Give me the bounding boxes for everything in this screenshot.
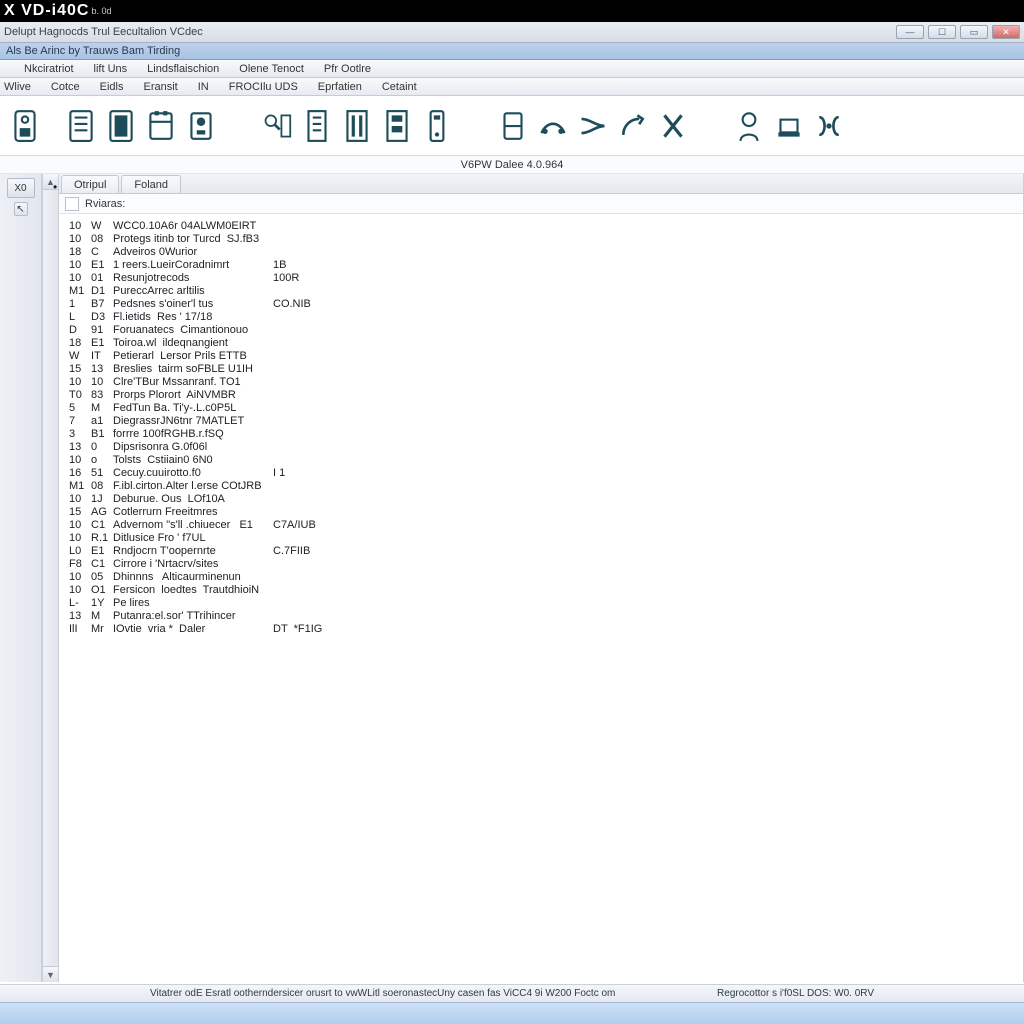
left-button-1[interactable]: X0 <box>7 178 35 198</box>
tab-output[interactable]: Otripul <box>61 175 119 193</box>
window-close-button[interactable]: ✕ <box>992 25 1020 39</box>
toolbar <box>0 96 1024 156</box>
toolbar-icon-4[interactable] <box>146 107 176 145</box>
sub-caption-text: Als Be Arinc by Trauws Bam Tirding <box>6 45 180 57</box>
menu2-item-4[interactable]: IN <box>198 81 209 93</box>
filter-row: Rviaras: <box>59 194 1023 214</box>
list-item[interactable]: T083Prorps Plorort AiNVMBR <box>69 389 1013 402</box>
left-scrollbar[interactable]: ▲ ▼ <box>42 174 59 982</box>
list-item[interactable]: 3B1forrre 100fRGHB.r.fSQ <box>69 428 1013 441</box>
list-item[interactable]: IlIMrIOvtie vria * DalerDT *F1IG <box>69 623 1013 636</box>
output-listing: 10WWCC0.10A6r 04ALWM0EIRT1008Protegs iti… <box>59 214 1023 982</box>
menu2-item-1[interactable]: Cotce <box>51 81 80 93</box>
list-item[interactable]: 18E1Toiroa.wl ildeqnangient <box>69 337 1013 350</box>
list-item[interactable]: 101JDeburue. Ous LOf10A <box>69 493 1013 506</box>
sub-caption-bar: Als Be Arinc by Trauws Bam Tirding <box>0 43 1024 60</box>
list-item[interactable]: 7a1DiegrassrJN6tnr 7MATLET <box>69 415 1013 428</box>
menu2-item-0[interactable]: Wlive <box>4 81 31 93</box>
list-item[interactable]: 130Dipsrisonra G.0f06l <box>69 441 1013 454</box>
left-mini-toolbar: X0 ↖ <box>0 174 42 982</box>
window-maximize-button[interactable]: ▭ <box>960 25 988 39</box>
os-taskbar[interactable] <box>0 1002 1024 1024</box>
toolbar-icon-2[interactable] <box>66 107 96 145</box>
list-item[interactable]: 1005Dhinnns Alticaurminenun <box>69 571 1013 584</box>
filter-toggle[interactable] <box>65 197 79 211</box>
app-logo: X VD-i40C <box>4 2 89 20</box>
left-button-2[interactable]: ↖ <box>14 202 28 216</box>
list-item[interactable]: M1D1PureccArrec arltilis <box>69 285 1013 298</box>
list-item[interactable]: 1B7Pedsnes s'oiner'l tusCO.NIB <box>69 298 1013 311</box>
menu2-item-3[interactable]: Eransit <box>143 81 177 93</box>
list-item[interactable]: 10WWCC0.10A6r 04ALWM0EIRT <box>69 220 1013 233</box>
tab-strip: Otripul Foland <box>59 174 1023 194</box>
toolbar-icon-11[interactable] <box>498 107 528 145</box>
list-item[interactable]: 10E11 reers.LueirCoradnimrt1B <box>69 259 1013 272</box>
window-minimize-button[interactable]: — <box>896 25 924 39</box>
toolbar-icon-15[interactable] <box>658 107 688 145</box>
toolbar-icon-16[interactable] <box>734 107 764 145</box>
menu1-item-2[interactable]: lift Uns <box>94 63 128 75</box>
work-area: X0 ↖ ▲ ▼ Otripul Foland Rviaras: 10WWCC0… <box>0 174 1024 982</box>
menu-row-1: Nkciratriot lift Uns Lindsflaischion Ole… <box>0 60 1024 78</box>
toolbar-icon-12[interactable] <box>538 107 568 145</box>
toolbar-icon-13[interactable] <box>578 107 608 145</box>
list-item[interactable]: 1001Resunjotrecods100R <box>69 272 1013 285</box>
toolbar-icon-18[interactable] <box>814 107 844 145</box>
status-text-left: Vitatrer odE Esratl ootherndersicer orus… <box>150 988 615 999</box>
menu2-item-6[interactable]: Eprfatien <box>318 81 362 93</box>
toolbar-icon-14[interactable] <box>618 107 648 145</box>
window-captionbar: Delupt Hagnocds Trul Eecultalion VCdec —… <box>0 22 1024 43</box>
filter-label: Rviaras: <box>85 198 125 210</box>
list-item[interactable]: M108F.ibl.cirton.Alter l.erse COtJRB <box>69 480 1013 493</box>
list-item[interactable]: 1513Breslies tairm soFBLE U1IH <box>69 363 1013 376</box>
list-item[interactable]: D91Foruanatecs Cimantionouo <box>69 324 1013 337</box>
app-logo-sub: b. 0d <box>91 6 111 16</box>
toolbar-icon-6[interactable] <box>262 107 292 145</box>
menu1-item-4[interactable]: Olene Tenoct <box>239 63 304 75</box>
menu2-item-7[interactable]: Cetaint <box>382 81 417 93</box>
toolbar-icon-17[interactable] <box>774 107 804 145</box>
list-item[interactable]: 10C1Advernom "s'll .chiuecer E1C7A/IUB <box>69 519 1013 532</box>
toolbar-sub-caption: V6PW Dalee 4.0.964 <box>0 156 1024 174</box>
toolbar-icon-10[interactable] <box>422 107 452 145</box>
list-item[interactable]: 10oTolsts Cstiiain0 6N0 <box>69 454 1013 467</box>
status-bar: Vitatrer odE Esratl ootherndersicer orus… <box>0 984 1024 1002</box>
list-item[interactable]: 10R.1Ditlusice Fro ' f7UL <box>69 532 1013 545</box>
status-text-right: Regrocottor s i'f0SL DOS: W0. 0RV <box>717 988 874 999</box>
app-titlebar: X VD-i40C b. 0d <box>0 0 1024 22</box>
list-item[interactable]: 5MFedTun Ba. Ti'y-.L.c0P5L <box>69 402 1013 415</box>
menu1-item-1[interactable]: Nkciratriot <box>24 63 74 75</box>
list-item[interactable]: 1008Protegs itinb tor Turcd SJ.fB3 <box>69 233 1013 246</box>
list-item[interactable]: WITPetierarl Lersor Prils ETTB <box>69 350 1013 363</box>
menu-row-2: Wlive Cotce Eidls Eransit IN FROCIlu UDS… <box>0 78 1024 96</box>
window-restore-button[interactable]: ☐ <box>928 25 956 39</box>
menu2-item-2[interactable]: Eidls <box>100 81 124 93</box>
tab-foland[interactable]: Foland <box>121 175 181 193</box>
list-item[interactable]: L-1YPe lires <box>69 597 1013 610</box>
toolbar-icon-1[interactable] <box>10 107 40 145</box>
toolbar-icon-8[interactable] <box>342 107 372 145</box>
list-item[interactable]: 10O1Fersicon loedtes TrautdhioiN <box>69 584 1013 597</box>
list-item[interactable]: F8C1Cirrore i 'Nrtacrv/sites <box>69 558 1013 571</box>
list-item[interactable]: 1651Cecuy.cuuirotto.f0I 1 <box>69 467 1013 480</box>
toolbar-sub-caption-text: V6PW Dalee 4.0.964 <box>461 159 564 171</box>
list-item[interactable]: 18CAdveiros 0Wurior <box>69 246 1013 259</box>
scroll-down-icon[interactable]: ▼ <box>43 966 58 982</box>
list-item[interactable]: 15AGCotlerrurn Freeitmres <box>69 506 1013 519</box>
menu1-item-5[interactable]: Pfr Ootlre <box>324 63 371 75</box>
main-pane: Otripul Foland Rviaras: 10WWCC0.10A6r 04… <box>59 174 1024 982</box>
list-item[interactable]: 1010Clre'TBur Mssanranf. TO1 <box>69 376 1013 389</box>
toolbar-icon-9[interactable] <box>382 107 412 145</box>
list-item[interactable]: L0E1Rndjocrn T'oopernrteC.7FIIB <box>69 545 1013 558</box>
toolbar-icon-3[interactable] <box>106 107 136 145</box>
toolbar-icon-7[interactable] <box>302 107 332 145</box>
menu1-item-3[interactable]: Lindsflaischion <box>147 63 219 75</box>
toolbar-icon-5[interactable] <box>186 107 216 145</box>
menu2-item-5[interactable]: FROCIlu UDS <box>229 81 298 93</box>
window-caption: Delupt Hagnocds Trul Eecultalion VCdec <box>4 26 203 38</box>
list-item[interactable]: LD3Fl.ietids Res ' 17/18 <box>69 311 1013 324</box>
list-item[interactable]: 13MPutanra:el.sor' TTrihincer <box>69 610 1013 623</box>
